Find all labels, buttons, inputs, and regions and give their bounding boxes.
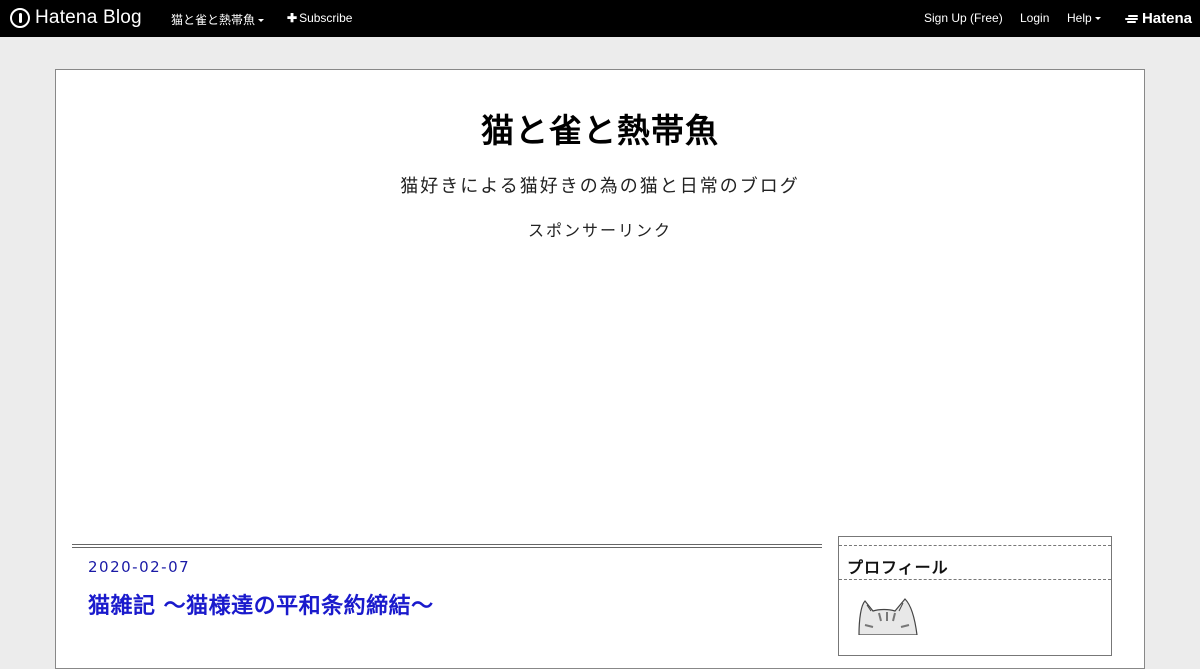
entry-divider xyxy=(72,544,822,548)
profile-heading-bar: プロフィール xyxy=(839,545,1111,580)
blog-title[interactable]: 猫と雀と熱帯魚 xyxy=(0,104,1200,152)
chevron-down-icon xyxy=(258,19,265,23)
profile-heading: プロフィール xyxy=(847,558,949,577)
hatena-blog-logo-icon xyxy=(10,8,30,28)
sponsored-link-label: スポンサーリンク xyxy=(527,221,672,240)
cat-avatar-icon[interactable] xyxy=(855,595,923,635)
subscribe-label: Subscribe xyxy=(299,11,353,25)
help-label: Help xyxy=(1067,11,1092,25)
hatena-blog-logo-text: Hatena Blog xyxy=(35,7,142,28)
hatena-blog-logo[interactable]: Hatena Blog xyxy=(10,6,142,30)
entry-date[interactable]: 2020-02-07 xyxy=(88,558,190,576)
signup-link[interactable]: Sign Up (Free) xyxy=(924,11,1003,25)
plus-icon: ✚ xyxy=(287,11,298,25)
subscribe-button[interactable]: ✚ Subscribe xyxy=(287,11,352,25)
sidebar-profile-module: プロフィール xyxy=(838,536,1112,656)
entry-title-link[interactable]: 猫雑記 ～猫様達の平和条約締結～ xyxy=(88,588,434,620)
blog-menu-label: 猫と雀と熱帯魚 xyxy=(171,13,256,27)
top-navbar: Hatena Blog 猫と雀と熱帯魚 ✚ Subscribe Sign Up (… xyxy=(0,0,1200,37)
blog-menu-dropdown[interactable]: 猫と雀と熱帯魚 xyxy=(171,11,265,28)
chevron-down-icon xyxy=(1094,17,1101,21)
hatena-lines-icon xyxy=(1124,14,1139,24)
help-dropdown[interactable]: Help xyxy=(1067,11,1101,25)
login-link[interactable]: Login xyxy=(1020,11,1049,25)
hatena-logo[interactable]: Hatena xyxy=(1124,10,1192,27)
blog-description: 猫好きによる猫好きの為の猫と日常のブログ xyxy=(400,176,800,197)
hatena-logo-text: Hatena xyxy=(1141,10,1192,27)
